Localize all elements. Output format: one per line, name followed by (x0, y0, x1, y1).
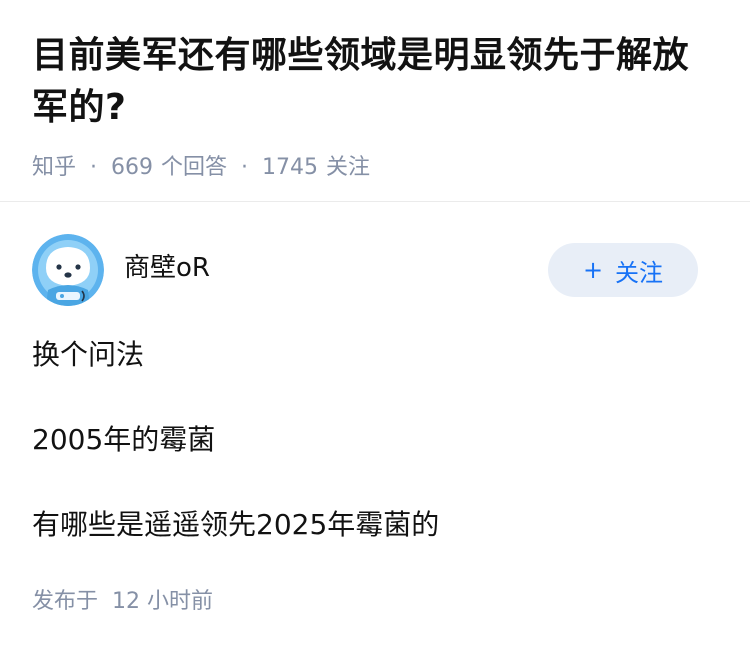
question-title[interactable]: 目前美军还有哪些领域是明显领先于解放军的? (32, 30, 718, 134)
answer-count: 669 (111, 155, 154, 180)
answer-footer: 发布于 12 小时前 (32, 584, 213, 620)
follow-button-label: 关注 (615, 258, 664, 287)
avatar-image (32, 234, 104, 306)
follower-count-label: 关注 (326, 155, 371, 180)
follower-count: 1745 (262, 155, 319, 180)
follow-button[interactable]: + 关注 (548, 243, 698, 297)
published-time: 12 小时前 (112, 589, 214, 614)
author-row: 商壁oR + 关注 (0, 202, 750, 306)
answer-card: 商壁oR + 关注 换个问法 2005年的霉菌 有哪些是遥遥领先2025年霉菌的 (0, 202, 750, 541)
answer-count-label: 个回答 (161, 155, 228, 180)
author-name[interactable]: 商壁oR (124, 250, 210, 286)
question-meta: 知乎 · 669 个回答 · 1745 关注 (32, 150, 718, 186)
meta-separator: · (241, 155, 249, 180)
published-label: 发布于 (32, 589, 99, 614)
meta-separator: · (90, 155, 98, 180)
plus-icon: + (582, 256, 604, 284)
answer-paragraph: 换个问法 (32, 338, 145, 371)
question-header: 目前美军还有哪些领域是明显领先于解放军的? 知乎 · 669 个回答 · 174… (0, 0, 750, 186)
site-name[interactable]: 知乎 (32, 152, 76, 184)
avatar[interactable] (32, 234, 104, 306)
answer-paragraph: 2005年的霉菌 (32, 423, 216, 456)
answer-paragraph: 有哪些是遥遥领先2025年霉菌的 (32, 508, 440, 541)
